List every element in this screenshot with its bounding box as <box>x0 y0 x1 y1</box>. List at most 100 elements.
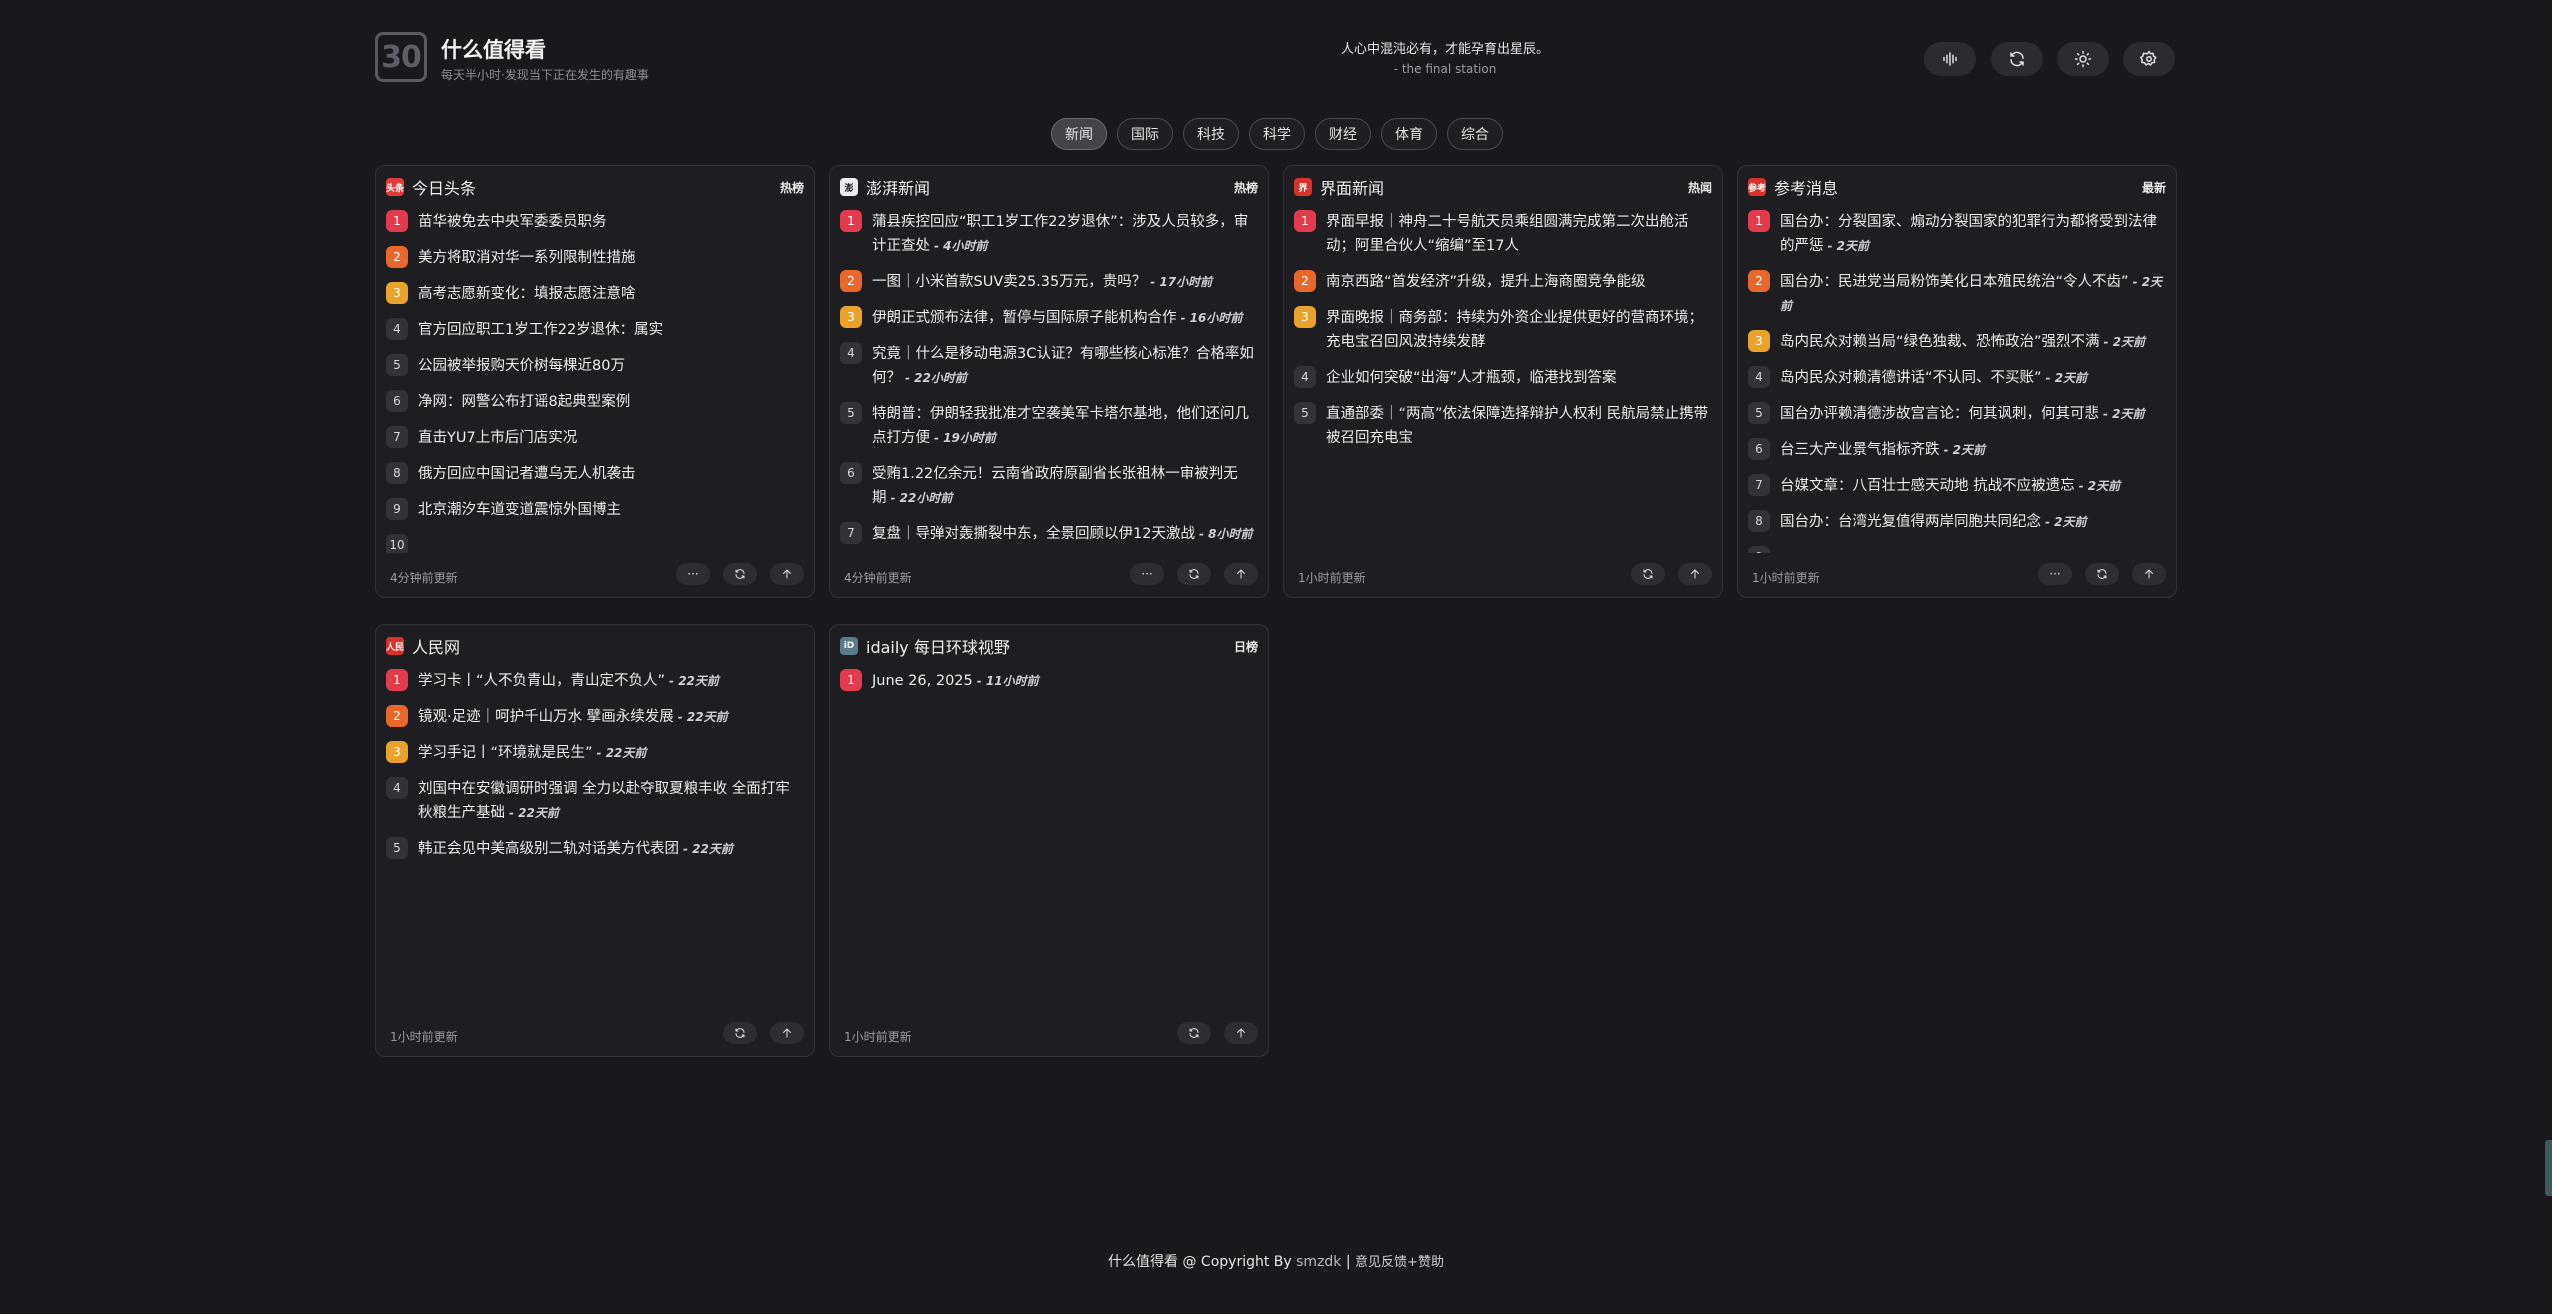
settings-button[interactable] <box>2123 42 2175 76</box>
news-title-link[interactable]: 南京西路“首发经济”升级，提升上海商圈竞争能级 <box>1326 270 1646 294</box>
scroll-top-button[interactable] <box>1224 1022 1258 1044</box>
news-item[interactable]: 7 台媒文章：八百壮士感天动地 抗战不应被遗忘 - 2天前 <box>1748 474 2166 498</box>
more-button[interactable]: ··· <box>2038 563 2072 585</box>
refresh-card-button[interactable] <box>723 563 757 585</box>
news-title-link[interactable]: 企业如何突破“出海”人才瓶颈，临港找到答案 <box>1326 366 1617 390</box>
news-title-link[interactable]: 美方将取消对华一系列限制性措施 <box>418 246 636 270</box>
news-item[interactable]: 4 企业如何突破“出海”人才瓶颈，临港找到答案 <box>1294 366 1712 390</box>
news-title-link[interactable]: 岛内民众对赖清德讲话“不认同、不买账” - 2天前 <box>1780 366 2087 390</box>
news-title-link[interactable]: 国台办：台湾光复值得两岸同胞共同纪念 - 2天前 <box>1780 510 2087 534</box>
news-item[interactable]: 1 学习卡丨“人不负青山，青山定不负人” - 22天前 <box>386 669 804 693</box>
more-button[interactable]: ··· <box>1130 563 1164 585</box>
scroll-top-button[interactable] <box>770 563 804 585</box>
tab-5[interactable]: 体育 <box>1381 118 1437 150</box>
side-drawer-handle[interactable] <box>2545 1140 2552 1196</box>
news-item[interactable]: 3 学习手记丨“环境就是民生” - 22天前 <box>386 741 804 765</box>
news-item[interactable]: 8 国台办：台湾光复值得两岸同胞共同纪念 - 2天前 <box>1748 510 2166 534</box>
news-item[interactable]: 5 直通部委｜“两高”依法保障选择辩护人权利 民航局禁止携带被召回充电宝 <box>1294 402 1712 450</box>
news-item[interactable]: 4 刘国中在安徽调研时强调 全力以赴夺取夏粮丰收 全面打牢秋粮生产基础 - 22天前 <box>386 777 804 825</box>
news-title-link[interactable]: 伊朗正式颁布法律，暂停与国际原子能机构合作 - 16小时前 <box>872 306 1242 330</box>
news-item[interactable]: 9 北京潮汐车道变道震惊外国博主 <box>386 498 804 522</box>
news-item[interactable]: 3 高考志愿新变化：填报志愿注意啥 <box>386 282 804 306</box>
news-title-link[interactable]: 直通部委｜“两高”依法保障选择辩护人权利 民航局禁止携带被召回充电宝 <box>1326 402 1712 450</box>
news-title-link[interactable]: 镜观·足迹｜呵护千山万水 擘画永续发展 - 22天前 <box>418 705 728 729</box>
tab-0[interactable]: 新闻 <box>1051 118 1107 150</box>
news-title-link[interactable]: 国台办：民进党当局粉饰美化日本殖民统治“令人不齿” - 2天前 <box>1780 270 2166 318</box>
news-item[interactable]: 9 <box>1748 546 2166 553</box>
news-title-link[interactable]: 韩正会见中美高级别二轨对话美方代表团 - 22天前 <box>418 837 733 861</box>
news-title-link[interactable]: 公园被举报购天价树每棵近80万 <box>418 354 625 378</box>
sound-button[interactable] <box>1924 42 1976 76</box>
news-item[interactable]: 2 镜观·足迹｜呵护千山万水 擘画永续发展 - 22天前 <box>386 705 804 729</box>
theme-toggle-button[interactable] <box>2057 42 2109 76</box>
news-title-link[interactable]: 一图｜小米首款SUV卖25.35万元，贵吗？ - 17小时前 <box>872 270 1212 294</box>
news-title-link[interactable]: 学习卡丨“人不负青山，青山定不负人” - 22天前 <box>418 669 719 693</box>
source-name[interactable]: 今日头条 <box>412 175 780 199</box>
news-title-link[interactable]: 官方回应职工1岁工作22岁退休：属实 <box>418 318 663 342</box>
news-item[interactable]: 2 一图｜小米首款SUV卖25.35万元，贵吗？ - 17小时前 <box>840 270 1258 294</box>
news-title-link[interactable]: 台三大产业景气指标齐跌 - 2天前 <box>1780 438 1985 462</box>
news-item[interactable]: 3 岛内民众对赖当局“绿色独裁、恐怖政治”强烈不满 - 2天前 <box>1748 330 2166 354</box>
news-item[interactable]: 2 国台办：民进党当局粉饰美化日本殖民统治“令人不齿” - 2天前 <box>1748 270 2166 318</box>
news-title-link[interactable]: 学习手记丨“环境就是民生” - 22天前 <box>418 741 646 765</box>
news-item[interactable]: 5 国台办评赖清德涉故宫言论：何其讽刺，何其可悲 - 2天前 <box>1748 402 2166 426</box>
tab-3[interactable]: 科学 <box>1249 118 1305 150</box>
tab-2[interactable]: 科技 <box>1183 118 1239 150</box>
news-item[interactable]: 7 复盘｜导弹对轰撕裂中东，全景回顾以伊12天激战 - 8小时前 <box>840 522 1258 546</box>
scroll-top-button[interactable] <box>1224 563 1258 585</box>
news-item[interactable]: 4 官方回应职工1岁工作22岁退休：属实 <box>386 318 804 342</box>
news-title-link[interactable]: 刘国中在安徽调研时强调 全力以赴夺取夏粮丰收 全面打牢秋粮生产基础 - 22天前 <box>418 777 804 825</box>
news-title-link[interactable]: 高考志愿新变化：填报志愿注意啥 <box>418 282 636 306</box>
refresh-card-button[interactable] <box>723 1022 757 1044</box>
news-title-link[interactable]: 受贿1.22亿余元！云南省政府原副省长张祖林一审被判无期 - 22小时前 <box>872 462 1258 510</box>
refresh-card-button[interactable] <box>1177 1022 1211 1044</box>
news-title-link[interactable]: 俄方回应中国记者遭乌无人机袭击 <box>418 462 636 486</box>
news-title-link[interactable]: 界面晚报｜商务部：持续为外资企业提供更好的营商环境；充电宝召回风波持续发酵 <box>1326 306 1712 354</box>
news-title-link[interactable]: 苗华被免去中央军委委员职务 <box>418 210 607 234</box>
source-name[interactable]: 澎湃新闻 <box>866 175 1234 199</box>
news-item[interactable]: 3 界面晚报｜商务部：持续为外资企业提供更好的营商环境；充电宝召回风波持续发酵 <box>1294 306 1712 354</box>
feedback-link[interactable]: 意见反馈+赞助 <box>1355 1255 1444 1270</box>
news-item[interactable]: 4 究竟｜什么是移动电源3C认证？有哪些核心标准？合格率如何？ - 22小时前 <box>840 342 1258 390</box>
news-item[interactable]: 10 <box>386 534 804 553</box>
source-name[interactable]: 参考消息 <box>1774 175 2142 199</box>
news-item[interactable]: 5 公园被举报购天价树每棵近80万 <box>386 354 804 378</box>
source-name[interactable]: 人民网 <box>412 634 804 658</box>
news-title-link[interactable]: 蒲县疾控回应“职工1岁工作22岁退休”：涉及人员较多，审计正查处 - 4小时前 <box>872 210 1258 258</box>
news-title-link[interactable]: 界面早报｜神舟二十号航天员乘组圆满完成第二次出舱活动；阿里合伙人“缩编”至17人 <box>1326 210 1712 258</box>
news-item[interactable]: 1 June 26, 2025- 11小时前 <box>840 669 1258 693</box>
tab-6[interactable]: 综合 <box>1447 118 1503 150</box>
news-item[interactable]: 3 伊朗正式颁布法律，暂停与国际原子能机构合作 - 16小时前 <box>840 306 1258 330</box>
refresh-card-button[interactable] <box>2085 563 2119 585</box>
news-item[interactable]: 1 界面早报｜神舟二十号航天员乘组圆满完成第二次出舱活动；阿里合伙人“缩编”至17… <box>1294 210 1712 258</box>
scroll-top-button[interactable] <box>2132 563 2166 585</box>
news-item[interactable]: 6 净网：网警公布打谣8起典型案例 <box>386 390 804 414</box>
scroll-top-button[interactable] <box>1678 563 1712 585</box>
news-title-link[interactable]: 国台办评赖清德涉故宫言论：何其讽刺，何其可悲 - 2天前 <box>1780 402 2145 426</box>
news-item[interactable]: 1 苗华被免去中央军委委员职务 <box>386 210 804 234</box>
news-title-link[interactable]: 特朗普：伊朗轻我批准才空袭美军卡塔尔基地，他们还问几点打方便 - 19小时前 <box>872 402 1258 450</box>
news-item[interactable]: 1 国台办：分裂国家、煽动分裂国家的犯罪行为都将受到法律的严惩 - 2天前 <box>1748 210 2166 258</box>
scroll-top-button[interactable] <box>770 1022 804 1044</box>
source-name[interactable]: 界面新闻 <box>1320 175 1688 199</box>
news-item[interactable]: 2 美方将取消对华一系列限制性措施 <box>386 246 804 270</box>
news-title-link[interactable]: 北京潮汐车道变道震惊外国博主 <box>418 498 621 522</box>
refresh-card-button[interactable] <box>1177 563 1211 585</box>
logo[interactable]: 30 <box>375 32 427 82</box>
news-item[interactable]: 4 岛内民众对赖清德讲话“不认同、不买账” - 2天前 <box>1748 366 2166 390</box>
news-title-link[interactable]: 台媒文章：八百壮士感天动地 抗战不应被遗忘 - 2天前 <box>1780 474 2120 498</box>
refresh-card-button[interactable] <box>1631 563 1665 585</box>
news-title-link[interactable]: 国台办：分裂国家、煽动分裂国家的犯罪行为都将受到法律的严惩 - 2天前 <box>1780 210 2166 258</box>
news-item[interactable]: 6 受贿1.22亿余元！云南省政府原副省长张祖林一审被判无期 - 22小时前 <box>840 462 1258 510</box>
refresh-all-button[interactable] <box>1991 42 2043 76</box>
source-name[interactable]: idaily 每日环球视野 <box>866 634 1234 658</box>
news-item[interactable]: 6 台三大产业景气指标齐跌 - 2天前 <box>1748 438 2166 462</box>
news-title-link[interactable]: 净网：网警公布打谣8起典型案例 <box>418 390 630 414</box>
news-item[interactable]: 7 直击YU7上市后门店实况 <box>386 426 804 450</box>
news-item[interactable]: 5 韩正会见中美高级别二轨对话美方代表团 - 22天前 <box>386 837 804 861</box>
news-item[interactable]: 8 俄方回应中国记者遭乌无人机袭击 <box>386 462 804 486</box>
news-title-link[interactable]: 究竟｜什么是移动电源3C认证？有哪些核心标准？合格率如何？ - 22小时前 <box>872 342 1258 390</box>
news-title-link[interactable]: June 26, 2025- 11小时前 <box>872 669 1039 693</box>
site-title[interactable]: 什么值得看 <box>441 34 546 64</box>
tab-4[interactable]: 财经 <box>1315 118 1371 150</box>
